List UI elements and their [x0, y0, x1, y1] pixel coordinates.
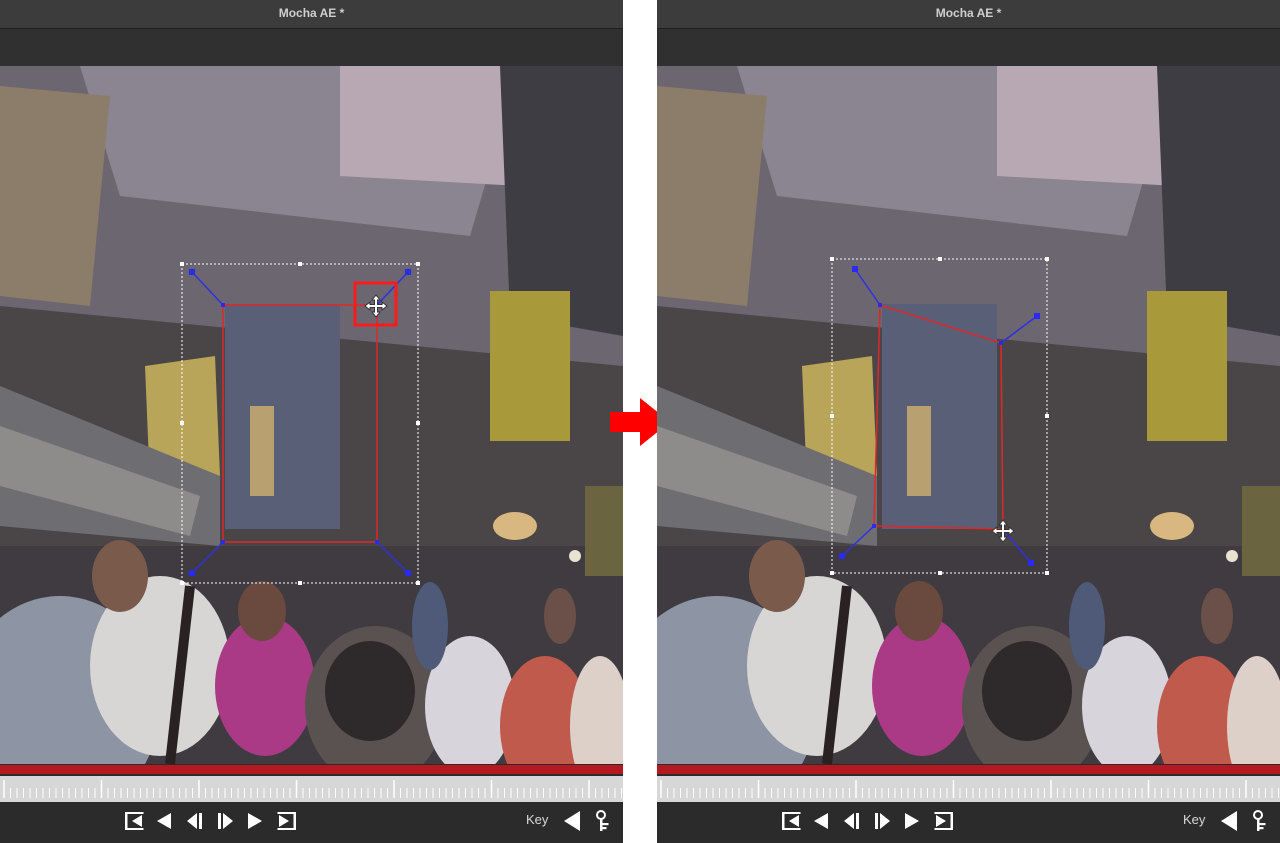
step-backward-icon[interactable]: [183, 810, 205, 832]
corner-handle-bl[interactable]: [872, 524, 876, 528]
bbox-handle[interactable]: [298, 262, 302, 266]
bbox-handle[interactable]: [1045, 414, 1049, 418]
bbox-handle[interactable]: [830, 414, 834, 418]
corner-handle-outer-bl[interactable]: [189, 570, 195, 576]
surface-overlay: [830, 257, 1049, 575]
corner-handle-outer-bl[interactable]: [839, 553, 845, 559]
bbox-handle[interactable]: [1045, 571, 1049, 575]
bounding-box: [181, 263, 419, 584]
clip-viewer[interactable]: [657, 66, 1280, 764]
key-triangle-icon[interactable]: [1219, 810, 1239, 832]
corner-handle-bl[interactable]: [221, 540, 225, 544]
window-title: Mocha AE *: [278, 6, 345, 20]
skip-to-end-icon[interactable]: [276, 810, 298, 832]
corner-handle-outer-br[interactable]: [1028, 560, 1034, 566]
bbox-handle[interactable]: [1045, 257, 1049, 261]
key-label: Key: [1183, 812, 1206, 827]
corner-handle-tr[interactable]: [999, 341, 1003, 345]
bbox-handle[interactable]: [830, 257, 834, 261]
window-titlebar: Mocha AE *: [0, 0, 623, 29]
skip-to-start-icon[interactable]: [123, 810, 145, 832]
toolbar: [657, 29, 1280, 66]
tangent-lines: [841, 268, 1038, 564]
bbox-handle[interactable]: [416, 581, 420, 585]
mocha-window-before: Mocha AE * Key: [0, 0, 623, 843]
bbox-handle[interactable]: [180, 262, 184, 266]
corner-handle-outer-br[interactable]: [405, 570, 411, 576]
play-forward-icon[interactable]: [901, 810, 923, 832]
skip-to-start-icon[interactable]: [780, 810, 802, 832]
timeline-ruler[interactable]: [0, 776, 623, 802]
mocha-window-after: Mocha AE * Key: [657, 0, 1280, 843]
timeline-range-bar[interactable]: [657, 765, 1280, 774]
window-titlebar: Mocha AE *: [657, 0, 1280, 29]
key-triangle-icon[interactable]: [562, 810, 582, 832]
skip-to-end-icon[interactable]: [933, 810, 955, 832]
bbox-handle[interactable]: [416, 421, 420, 425]
corner-handle-outer-tr[interactable]: [405, 269, 411, 275]
bbox-handle[interactable]: [938, 571, 942, 575]
timeline-ruler[interactable]: [657, 776, 1280, 802]
play-backward-icon[interactable]: [810, 810, 832, 832]
corner-handle-tl[interactable]: [221, 303, 225, 307]
surface-overlay: [180, 262, 420, 585]
bbox-handle[interactable]: [180, 421, 184, 425]
bbox-handle[interactable]: [938, 257, 942, 261]
corner-handle-outer-tl[interactable]: [189, 269, 195, 275]
clip-viewer[interactable]: [0, 66, 623, 764]
window-title: Mocha AE *: [935, 6, 1002, 20]
bbox-handle[interactable]: [416, 262, 420, 266]
play-backward-icon[interactable]: [153, 810, 175, 832]
bounding-box: [831, 258, 1048, 574]
toolbar: [0, 29, 623, 66]
bbox-handle[interactable]: [298, 581, 302, 585]
surface-outline: [222, 304, 378, 543]
step-forward-icon[interactable]: [872, 810, 894, 832]
surface-outline: [873, 303, 1004, 530]
step-forward-icon[interactable]: [215, 810, 237, 832]
bbox-handle[interactable]: [180, 581, 184, 585]
bbox-handle[interactable]: [830, 571, 834, 575]
play-forward-icon[interactable]: [244, 810, 266, 832]
key-adjust-icon[interactable]: [1251, 809, 1271, 833]
corner-handle-outer-tl[interactable]: [852, 266, 858, 272]
corner-handle-outer-tr[interactable]: [1034, 313, 1040, 319]
playback-controls: Key: [657, 802, 1280, 843]
key-adjust-icon[interactable]: [594, 809, 614, 833]
step-backward-icon[interactable]: [840, 810, 862, 832]
corner-handle-tl[interactable]: [878, 303, 882, 307]
playback-controls: Key: [0, 802, 623, 843]
corner-handle-br[interactable]: [375, 540, 379, 544]
key-label: Key: [526, 812, 549, 827]
timeline-range-bar[interactable]: [0, 765, 623, 774]
